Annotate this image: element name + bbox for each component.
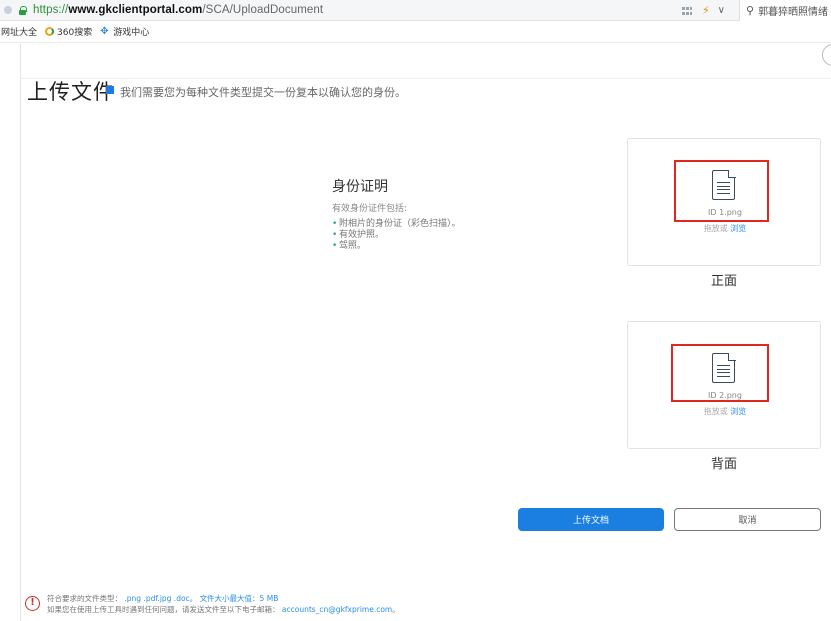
support-suffix: 。 bbox=[392, 605, 400, 614]
lightning-icon[interactable]: ⚡ bbox=[702, 4, 710, 17]
url-field[interactable]: https://www.gkclientportal.com/SCA/Uploa… bbox=[33, 4, 323, 16]
front-label: 正面 bbox=[711, 274, 738, 289]
search-text: 郭暮猝晒照情绪 bbox=[758, 7, 829, 18]
browse-link[interactable]: 浏览 bbox=[730, 407, 746, 416]
bookmark-label: 网址大全 bbox=[1, 28, 38, 38]
360-search-icon bbox=[45, 27, 55, 36]
list-item: 附相片的身份证（彩色扫描）。 bbox=[332, 219, 461, 230]
drop-hint: 拖放或 浏览 bbox=[628, 223, 822, 234]
bookmark-item[interactable]: 360搜索 bbox=[45, 25, 92, 38]
search-icon: ⚲ bbox=[746, 4, 755, 17]
chevron-down-icon[interactable]: ∨ bbox=[718, 5, 725, 16]
site-info-icon[interactable] bbox=[4, 6, 12, 14]
url-scheme: https:// bbox=[33, 4, 69, 16]
game-center-icon: ✥ bbox=[100, 25, 109, 37]
back-label: 背面 bbox=[711, 457, 738, 472]
list-item: 驾照。 bbox=[332, 241, 461, 252]
page-title: 上传文件 bbox=[27, 80, 115, 104]
browser-address-bar: https://www.gkclientportal.com/SCA/Uploa… bbox=[0, 0, 831, 21]
support-email-link[interactable]: accounts_cn@gkfxprime.com bbox=[282, 605, 392, 614]
warning-icon: ! bbox=[25, 596, 40, 611]
url-host: www.gkclientportal.com bbox=[68, 4, 203, 16]
apps-grid-icon[interactable] bbox=[681, 6, 692, 15]
id-document-list: 附相片的身份证（彩色扫描）。 有效护照。 驾照。 bbox=[332, 219, 461, 252]
file-types: .png .pdf.jpg .doc。 bbox=[124, 594, 198, 603]
page-description: 我们需要您为每种文件类型提交一份复本以确认您的身份。 bbox=[120, 86, 406, 99]
file-size-limit: 文件大小最大值：5 MB bbox=[199, 594, 279, 603]
lock-icon[interactable] bbox=[18, 5, 27, 15]
file-types-label: 符合要求的文件类型： bbox=[47, 594, 122, 603]
list-item: 有效护照。 bbox=[332, 230, 461, 241]
support-note: 如果您在使用上传工具时遇到任何问题，请发送文件至以下电子邮箱： accounts… bbox=[47, 604, 400, 615]
url-path: /SCA/UploadDocument bbox=[202, 4, 324, 16]
browser-search-input[interactable]: ⚲ 郭暮猝晒照情绪 bbox=[739, 0, 831, 21]
drop-label: 拖放或 bbox=[703, 224, 728, 233]
bookmark-label: 游戏中心 bbox=[113, 28, 150, 38]
bookmark-item[interactable]: ✥ 游戏中心 bbox=[100, 25, 149, 38]
title-marker-icon bbox=[106, 86, 114, 94]
id-section-subtitle: 有效身份证件包括: bbox=[332, 204, 408, 214]
browse-link[interactable]: 浏览 bbox=[730, 224, 746, 233]
bookmark-item[interactable]: 网址大全 bbox=[1, 25, 37, 38]
support-text: 如果您在使用上传工具时遇到任何问题，请发送文件至以下电子邮箱： bbox=[47, 605, 280, 614]
id-requirements: 身份证明 有效身份证件包括: 附相片的身份证（彩色扫描）。 有效护照。 驾照。 bbox=[332, 176, 461, 252]
drop-hint: 拖放或 浏览 bbox=[628, 406, 822, 417]
upload-document-button[interactable]: 上传文档 bbox=[518, 508, 664, 531]
address-bar-tools: ⚡ ∨ ⚲ 郭暮猝晒照情绪 bbox=[681, 0, 831, 21]
id-section-title: 身份证明 bbox=[332, 179, 388, 195]
highlight-box bbox=[674, 160, 769, 222]
bookmark-label: 360搜索 bbox=[57, 28, 93, 38]
file-requirements-note: 符合要求的文件类型： .png .pdf.jpg .doc。 文件大小最大值：5… bbox=[47, 593, 278, 604]
highlight-box bbox=[671, 344, 769, 402]
divider bbox=[20, 78, 831, 79]
bookmarks-bar: 网址大全 360搜索 ✥ 游戏中心 bbox=[0, 21, 831, 43]
drop-label: 拖放或 bbox=[703, 407, 728, 416]
cancel-button[interactable]: 取消 bbox=[674, 508, 821, 531]
